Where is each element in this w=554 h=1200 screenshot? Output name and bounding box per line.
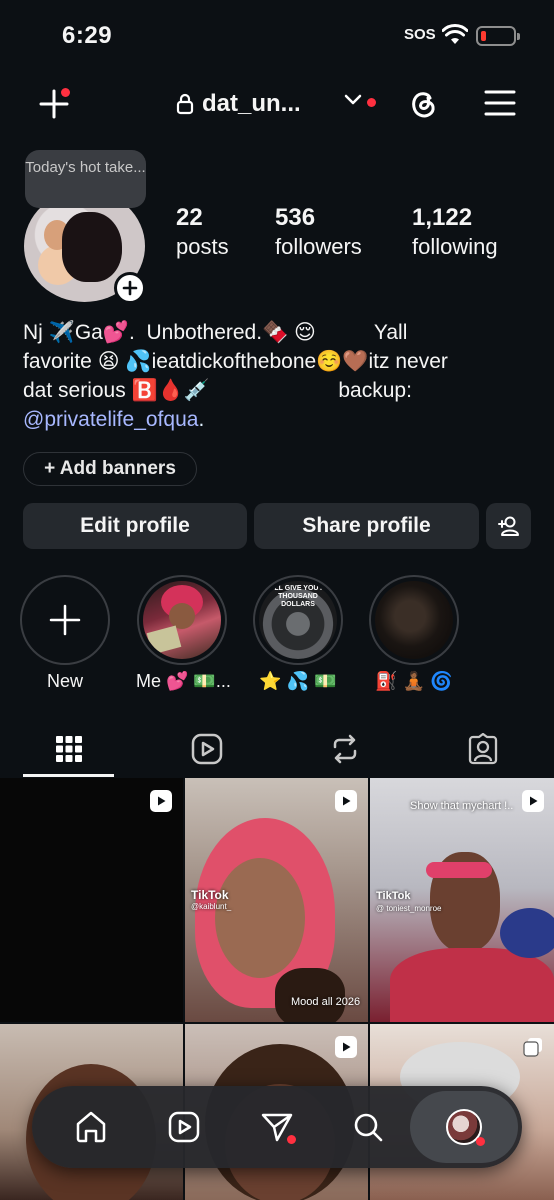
grid-post[interactable] xyxy=(0,778,183,1022)
tiktok-handle: @ toniest_monroe xyxy=(376,904,442,913)
status-bar: 6:29 SOS xyxy=(0,0,554,70)
messages-notification-dot xyxy=(287,1135,296,1144)
tiktok-handle: @kaiblunt_ xyxy=(191,902,232,911)
posts-label: posts xyxy=(176,234,229,259)
bottom-navigation xyxy=(32,1086,522,1168)
highlight-thumb-text: I'LL GIVE YOU A THOUSAND DOLLARS xyxy=(270,585,326,608)
highlight-item[interactable]: ⛽ 🧘🏾 🌀 xyxy=(368,575,460,692)
following-value: 1,122 xyxy=(412,204,473,231)
tagged-person-icon xyxy=(468,733,498,765)
carousel-icon xyxy=(522,1036,544,1058)
grid-post[interactable]: TikTok @kaiblunt_ Mood all 2026 xyxy=(185,778,368,1022)
nav-home[interactable] xyxy=(63,1099,119,1155)
tab-tagged[interactable] xyxy=(414,722,552,776)
highlight-new[interactable]: New xyxy=(19,575,111,692)
highlight-thumbnail: I'LL GIVE YOU A THOUSAND DOLLARS xyxy=(259,581,337,659)
highlight-label: Me 💕 💵... xyxy=(136,671,231,691)
wifi-icon xyxy=(442,24,468,44)
bio-link-row: @privatelife_ofqua. xyxy=(23,405,204,434)
nav-profile[interactable] xyxy=(410,1091,518,1163)
profile-top-bar: dat_un... xyxy=(0,78,554,130)
bio-link-suffix: . xyxy=(198,408,205,431)
notification-dot xyxy=(61,88,70,97)
tiktok-watermark: TikTok xyxy=(376,890,411,902)
highlight-label: ⛽ 🧘🏾 🌀 xyxy=(375,671,453,691)
highlight-label: ⭐ 💦 💵 xyxy=(259,671,337,691)
nav-search[interactable] xyxy=(340,1099,396,1155)
edit-profile-button[interactable]: Edit profile xyxy=(23,503,247,549)
repost-icon xyxy=(333,734,357,764)
plus-icon xyxy=(122,280,138,296)
reel-badge-icon xyxy=(335,1036,357,1058)
clock: 6:29 xyxy=(62,22,113,49)
battery-icon xyxy=(476,26,520,46)
following-label: following xyxy=(412,234,498,259)
carrier-text: SOS xyxy=(404,26,436,43)
plus-icon xyxy=(49,604,81,636)
account-switcher[interactable]: dat_un... xyxy=(176,86,301,122)
tab-reels[interactable] xyxy=(138,722,276,776)
posts-count[interactable]: 22 posts xyxy=(176,204,229,262)
followers-value: 536 xyxy=(275,204,316,231)
home-icon xyxy=(76,1111,106,1143)
profile-notification-dot xyxy=(476,1137,485,1146)
reel-badge-icon xyxy=(150,790,172,812)
create-button[interactable] xyxy=(36,86,72,122)
nav-messages[interactable] xyxy=(249,1099,305,1155)
post-caption: Show that mychart !.. xyxy=(410,800,514,812)
bio-mention-link[interactable]: @privatelife_ofqua xyxy=(23,408,198,431)
reel-badge-icon xyxy=(335,790,357,812)
bio-text: Nj ✈️Ga💕. Unbothered.🍫 😌 Yall favorite 😫… xyxy=(23,321,448,402)
reels-icon xyxy=(168,1111,200,1143)
nav-reels[interactable] xyxy=(156,1099,212,1155)
profile-tabs xyxy=(0,722,554,777)
active-tab-indicator xyxy=(23,774,114,777)
chevron-down-icon[interactable] xyxy=(344,94,362,106)
share-profile-button[interactable]: Share profile xyxy=(254,503,479,549)
menu-icon[interactable] xyxy=(484,88,516,118)
grid-icon xyxy=(56,736,82,762)
reel-badge-icon xyxy=(522,790,544,812)
post-caption: Mood all 2026 xyxy=(291,996,361,1008)
lock-icon xyxy=(176,93,194,115)
followers-label: followers xyxy=(275,234,362,259)
highlight-thumbnail xyxy=(375,581,453,659)
search-icon xyxy=(354,1113,383,1142)
discover-people-button[interactable] xyxy=(486,503,531,549)
add-story-button[interactable] xyxy=(114,272,146,304)
highlight-item[interactable]: I'LL GIVE YOU A THOUSAND DOLLARS ⭐ 💦 💵 xyxy=(252,575,344,692)
tiktok-watermark: TikTok xyxy=(191,888,229,902)
highlight-item[interactable]: Me 💕 💵... xyxy=(136,575,231,692)
following-count[interactable]: 1,122 following xyxy=(412,204,498,262)
posts-value: 22 xyxy=(176,204,203,231)
followers-count[interactable]: 536 followers xyxy=(275,204,362,262)
threads-icon[interactable] xyxy=(406,86,442,122)
tab-posts-grid[interactable] xyxy=(0,722,138,776)
account-notification-dot xyxy=(367,98,376,107)
add-person-icon xyxy=(497,516,519,536)
highlight-thumbnail xyxy=(143,581,221,659)
grid-post[interactable]: Show that mychart !.. TikTok @ toniest_m… xyxy=(370,778,554,1022)
note-bubble[interactable]: Today's hot take... xyxy=(25,150,146,208)
add-banners-button[interactable]: + Add banners xyxy=(23,452,197,486)
reels-icon xyxy=(191,733,223,765)
tab-reposts[interactable] xyxy=(276,722,414,776)
highlight-label: New xyxy=(46,671,83,691)
username: dat_un... xyxy=(202,90,301,117)
